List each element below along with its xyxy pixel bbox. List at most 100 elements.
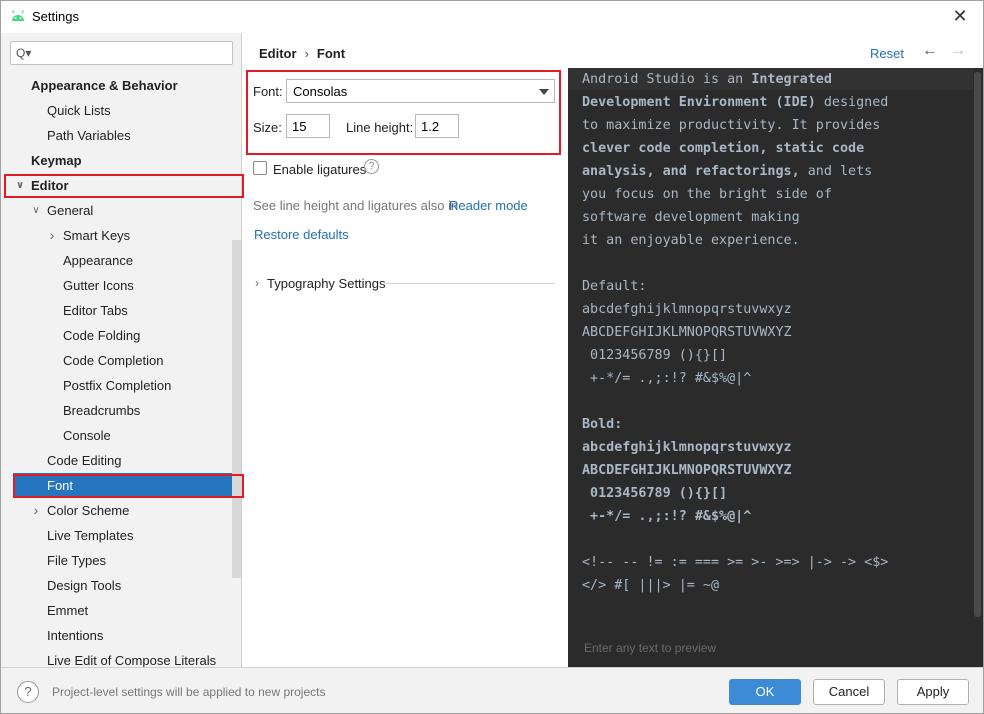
chevron-right-icon[interactable]: › — [255, 276, 259, 290]
forward-arrow-icon[interactable]: → — [950, 42, 966, 60]
preview-line: Bold: — [582, 417, 623, 432]
help-icon[interactable]: ? — [17, 681, 39, 703]
preview-line: </> #[ |||> |= ~@ — [582, 578, 720, 593]
section-divider — [386, 283, 555, 284]
preview-line: ABCDEFGHIJKLMNOPQRSTUVWXYZ — [582, 463, 792, 478]
tree-scrollbar[interactable] — [232, 240, 241, 578]
font-preview-editor[interactable]: Android Studio is an Integrated Developme… — [568, 68, 983, 667]
preview-emphasis: Integrated — [751, 72, 832, 87]
tree-item[interactable]: Live Templates — [1, 523, 231, 548]
preview-line: ABCDEFGHIJKLMNOPQRSTUVWXYZ — [582, 325, 792, 340]
preview-scrollbar[interactable] — [974, 72, 981, 617]
tree-item[interactable]: Code Completion — [1, 348, 231, 373]
tree-item-label: Live Templates — [47, 528, 134, 543]
tree-item-label: Keymap — [31, 153, 82, 168]
font-select[interactable]: Consolas — [286, 79, 555, 103]
highlight-font-item — [13, 474, 244, 498]
tree-item[interactable]: Quick Lists — [1, 98, 231, 123]
window-title: Settings — [32, 9, 79, 24]
tree-item[interactable]: Code Folding — [1, 323, 231, 348]
chevron-down-icon[interactable]: ∨ — [30, 198, 42, 223]
size-field[interactable]: 15 — [286, 114, 330, 138]
tree-item[interactable]: Editor Tabs — [1, 298, 231, 323]
font-select-value: Consolas — [293, 84, 348, 99]
preview-placeholder: Enter any text to preview — [584, 641, 717, 655]
breadcrumb-editor[interactable]: Editor — [259, 46, 297, 61]
preview-line: <!-- -- != := === >= >- >=> |-> -> <$> — [582, 555, 889, 570]
tree-item-label: Color Scheme — [47, 503, 130, 518]
tree-item[interactable]: Code Editing — [1, 448, 231, 473]
tree-item[interactable]: Appearance — [1, 248, 231, 273]
preview-line: 0123456789 (){}[] — [582, 348, 728, 363]
breadcrumb-font: Font — [316, 46, 346, 61]
title-bar: Settings ✕ — [1, 1, 983, 33]
preview-line: +-*/= .,;:!? #&$%@|^ — [582, 371, 752, 386]
tree-item[interactable]: Emmet — [1, 598, 231, 623]
tree-item[interactable]: Path Variables — [1, 123, 231, 148]
highlight-editor — [4, 174, 244, 198]
cancel-button[interactable]: Cancel — [813, 679, 885, 705]
reset-link[interactable]: Reset — [870, 46, 904, 61]
tree-item-label: Code Completion — [63, 353, 164, 368]
tree-item-label: File Types — [47, 553, 107, 568]
tree-item-label: Live Edit of Compose Literals — [47, 653, 217, 667]
enable-ligatures-label[interactable]: Enable ligatures — [273, 162, 366, 177]
tree-item-label: Code Folding — [63, 328, 141, 343]
tree-item-label: Intentions — [47, 628, 104, 643]
tree-item[interactable]: Appearance & Behavior — [1, 73, 231, 98]
restore-defaults-link[interactable]: Restore defaults — [254, 227, 349, 242]
close-icon[interactable]: ✕ — [949, 5, 971, 27]
tree-item-label: Smart Keys — [63, 228, 131, 243]
search-input[interactable]: Q▾ — [10, 41, 233, 65]
preview-line: abcdefghijklmnopqrstuvwxyz — [582, 440, 792, 455]
tree-item[interactable]: Smart Keys › — [1, 223, 231, 248]
preview-line: to maximize productivity. It provides — [582, 118, 881, 133]
line-height-field[interactable]: 1.2 — [415, 114, 459, 138]
tree-item-label: Code Editing — [47, 453, 122, 468]
tree-item[interactable]: Design Tools — [1, 573, 231, 598]
tree-item[interactable]: Intentions — [1, 623, 231, 648]
tree-item-label: Design Tools — [47, 578, 122, 593]
chevron-right-icon[interactable]: › — [30, 498, 42, 523]
search-icon: Q▾ — [16, 46, 32, 60]
preview-line: abcdefghijklmnopqrstuvwxyz — [582, 302, 792, 317]
help-icon[interactable]: ? — [364, 159, 379, 174]
preview-line: 0123456789 (){}[] — [582, 486, 728, 501]
tree-item[interactable]: Keymap — [1, 148, 231, 173]
preview-line: Default: — [582, 279, 647, 294]
font-label: Font: — [253, 84, 283, 99]
tree-item[interactable]: Breadcrumbs — [1, 398, 231, 423]
back-arrow-icon[interactable]: ← — [922, 42, 938, 60]
tree-item[interactable]: Color Scheme › — [1, 498, 231, 523]
tree-item-label: General — [47, 203, 94, 218]
tree-item[interactable]: Live Edit of Compose Literals — [1, 648, 231, 667]
typography-settings-toggle[interactable]: Typography Settings — [267, 276, 386, 291]
preview-emphasis: analysis, and refactorings, — [582, 164, 800, 179]
enable-ligatures-checkbox[interactable] — [253, 161, 267, 175]
tree-item[interactable]: Gutter Icons — [1, 273, 231, 298]
see-also-text: See line height and ligatures also in — [253, 198, 459, 213]
preview-line: Android Studio is an Integrated — [582, 72, 832, 87]
tree-item-label: Quick Lists — [47, 103, 111, 118]
preview-line: software development making — [582, 210, 800, 225]
tree-item[interactable]: Postfix Completion — [1, 373, 231, 398]
dialog-footer: ? Project-level settings will be applied… — [1, 667, 983, 713]
preview-emphasis: Development Environment (IDE) — [582, 95, 816, 110]
tree-item-label: Emmet — [47, 603, 89, 618]
breadcrumb: Editor › Font — [259, 46, 345, 61]
tree-item[interactable]: General ∨ — [1, 198, 231, 223]
ok-button[interactable]: OK — [729, 679, 801, 705]
preview-line: you focus on the bright side of — [582, 187, 832, 202]
chevron-down-icon — [539, 89, 549, 95]
reader-mode-link[interactable]: Reader mode — [449, 198, 528, 213]
chevron-right-icon[interactable]: › — [46, 223, 58, 248]
project-level-note: Project-level settings will be applied t… — [52, 685, 326, 699]
tree-item-label: Appearance & Behavior — [31, 78, 178, 93]
tree-item[interactable]: Console — [1, 423, 231, 448]
tree-item[interactable]: File Types — [1, 548, 231, 573]
preview-line: analysis, and refactorings, and lets — [582, 164, 873, 179]
apply-button[interactable]: Apply — [897, 679, 969, 705]
line-height-label: Line height: — [346, 120, 414, 135]
tree-item-label: Postfix Completion — [63, 378, 172, 393]
preview-line: it an enjoyable experience. — [582, 233, 800, 248]
